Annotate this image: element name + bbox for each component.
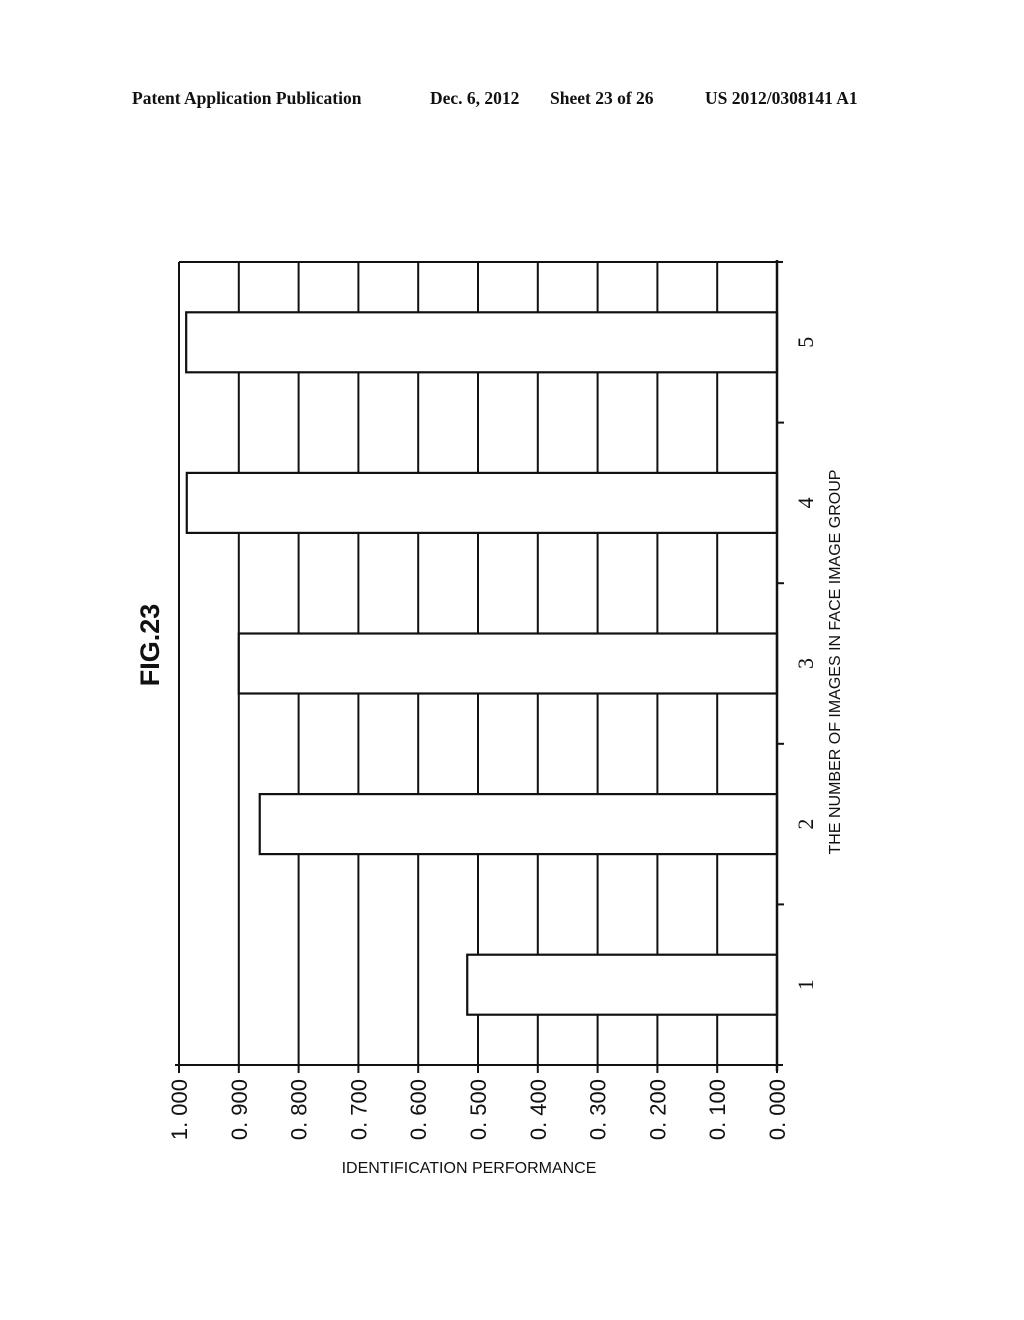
- bars: [185, 311, 779, 1016]
- bar-chart: 0. 000 0. 100 0. 200 0. 300 0. 400 0. 500 0. 6…: [135, 260, 844, 1177]
- category-axis-title: THE NUMBER OF IMAGES IN FACE IMAGE GROUP: [827, 470, 844, 855]
- category-label: 1: [793, 979, 818, 990]
- value-tick-label: 0. 000: [765, 1079, 790, 1140]
- bar-4: [185, 471, 779, 534]
- value-tick-label: 0. 800: [287, 1079, 312, 1140]
- labels: 0. 000 0. 100 0. 200 0. 300 0. 400 0. 500 0. 6…: [135, 337, 844, 1177]
- value-tick-label: 0. 500: [466, 1079, 491, 1140]
- value-tick-label: 0. 700: [346, 1079, 371, 1140]
- value-axis-title: IDENTIFICATION PERFORMANCE: [342, 1160, 597, 1177]
- bar-3: [237, 632, 779, 695]
- value-tick-label: 0. 200: [645, 1079, 670, 1140]
- category-label: 5: [793, 337, 818, 348]
- value-tick-label: 0. 300: [586, 1079, 611, 1140]
- value-tick-label: 0. 100: [705, 1079, 730, 1140]
- value-tick-label: 0. 900: [227, 1079, 252, 1140]
- bar-1: [466, 953, 779, 1016]
- value-tick-label: 1. 000: [167, 1079, 192, 1140]
- bar-2: [258, 792, 779, 856]
- category-label: 3: [793, 658, 818, 669]
- bar-5: [185, 311, 779, 374]
- value-tick-label: 0. 400: [526, 1079, 551, 1140]
- value-tick-label: 0. 600: [406, 1079, 431, 1140]
- category-label: 4: [793, 497, 818, 508]
- figure-title: FIG.23: [135, 604, 165, 687]
- category-label: 2: [793, 819, 818, 830]
